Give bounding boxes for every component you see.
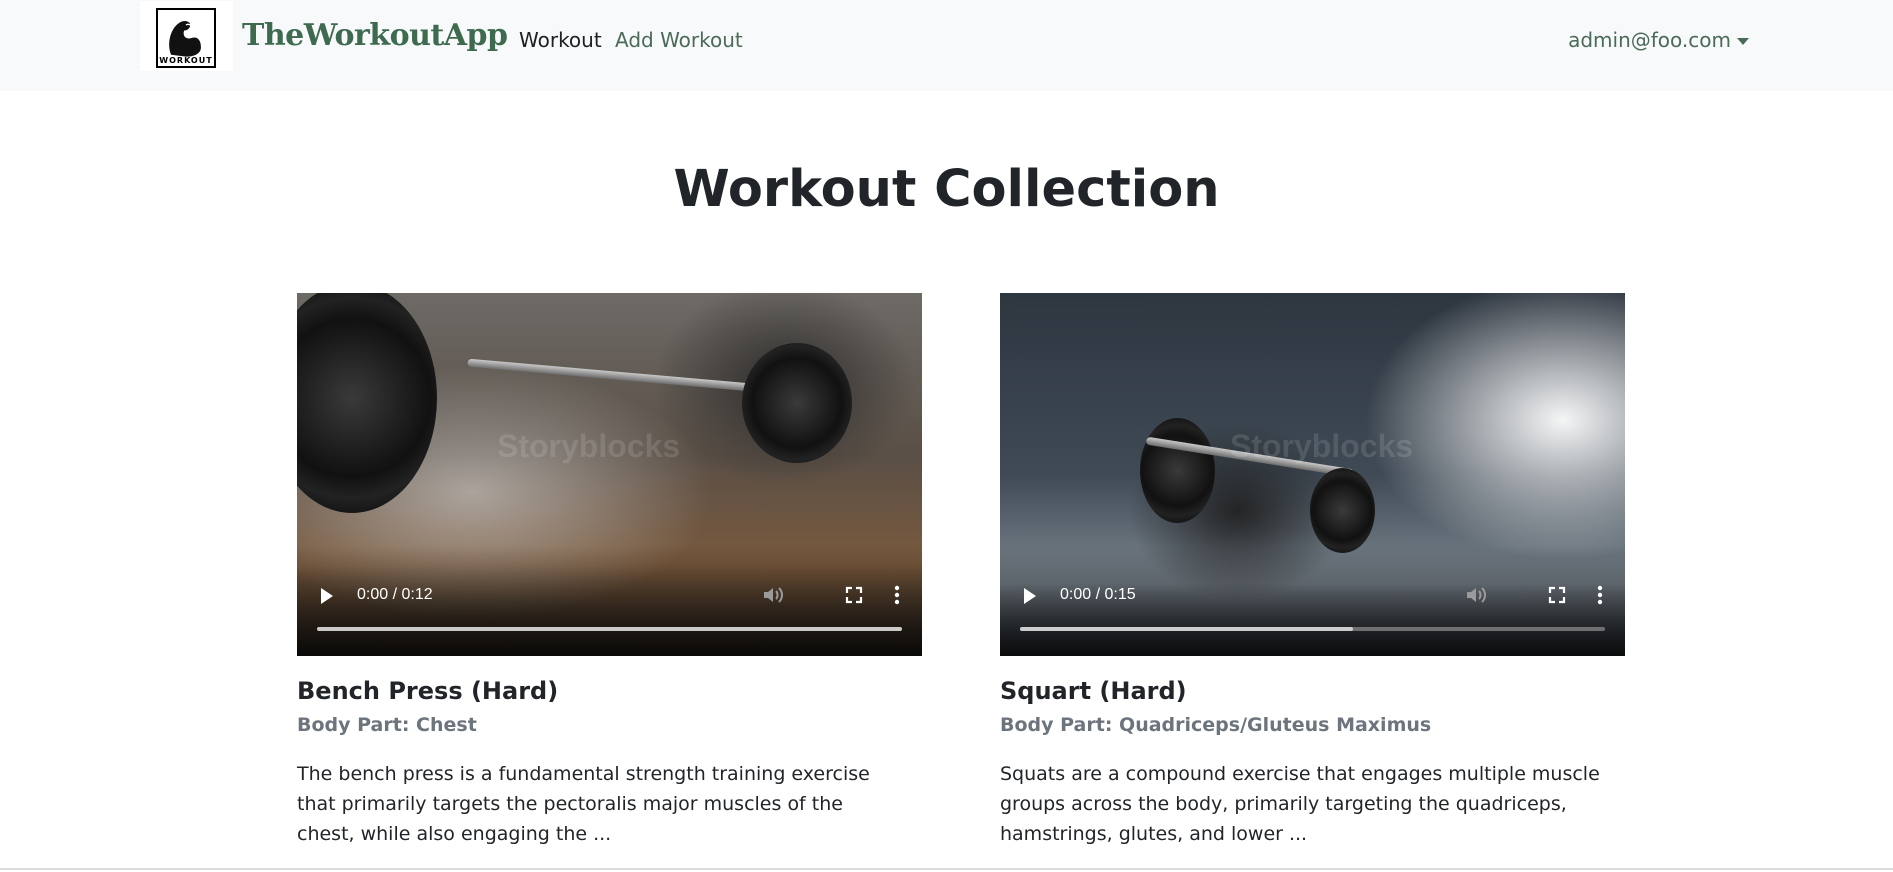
weight-plate-image bbox=[297, 293, 437, 513]
workout-title: Bench Press (Hard) bbox=[297, 677, 559, 705]
video-watermark: Storyblocks bbox=[497, 428, 681, 464]
workout-description: The bench press is a fundamental strengt… bbox=[297, 763, 870, 845]
user-menu-dropdown[interactable]: admin@foo.com bbox=[1568, 28, 1749, 52]
caret-down-icon bbox=[1737, 37, 1749, 45]
flexed-arm-logo-icon: WORKOUT bbox=[156, 8, 216, 68]
volume-icon[interactable] bbox=[1465, 585, 1489, 605]
weight-plate-image bbox=[742, 343, 852, 463]
weight-plate-image bbox=[1140, 418, 1215, 523]
navbar: WORKOUT TheWorkoutApp Workout Add Workou… bbox=[0, 0, 1893, 91]
more-options-icon[interactable] bbox=[1595, 584, 1605, 606]
video-time: 0:00 / 0:15 bbox=[1060, 586, 1136, 603]
nav-link-workout[interactable]: Workout bbox=[519, 28, 602, 52]
workout-card: Storyblocks 0:00 / 0:15 Squart (Hard) Bo… bbox=[1000, 293, 1625, 849]
workout-description: Squats are a compound exercise that enga… bbox=[1000, 763, 1600, 845]
play-icon[interactable] bbox=[321, 588, 333, 604]
video-progress-fill bbox=[317, 627, 902, 631]
volume-icon[interactable] bbox=[762, 585, 786, 605]
fullscreen-icon[interactable] bbox=[1547, 585, 1567, 605]
workout-body-part: Body Part: Quadriceps/Gluteus Maximus bbox=[1000, 714, 1432, 736]
page-divider bbox=[0, 868, 1893, 870]
video-progress-bar[interactable] bbox=[1020, 627, 1605, 631]
brand-name[interactable]: TheWorkoutApp bbox=[242, 18, 508, 53]
workout-title: Squart (Hard) bbox=[1000, 677, 1187, 705]
user-email: admin@foo.com bbox=[1568, 28, 1731, 52]
video-progress-bar[interactable] bbox=[317, 627, 902, 631]
workout-video-player[interactable]: Storyblocks 0:00 / 0:12 bbox=[297, 293, 922, 656]
workout-video-player[interactable]: Storyblocks 0:00 / 0:15 bbox=[1000, 293, 1625, 656]
brand-logo[interactable]: WORKOUT bbox=[140, 1, 233, 71]
video-progress-fill bbox=[1020, 627, 1354, 631]
more-options-icon[interactable] bbox=[892, 584, 902, 606]
nav-link-add-workout[interactable]: Add Workout bbox=[615, 28, 743, 52]
workout-body-part: Body Part: Chest bbox=[297, 714, 477, 736]
weight-plate-image bbox=[1310, 468, 1375, 553]
workout-card: Storyblocks 0:00 / 0:12 Bench Press (Har… bbox=[297, 293, 922, 849]
video-time: 0:00 / 0:12 bbox=[357, 586, 433, 603]
play-icon[interactable] bbox=[1024, 588, 1036, 604]
fullscreen-icon[interactable] bbox=[844, 585, 864, 605]
page-title: Workout Collection bbox=[673, 160, 1220, 219]
video-watermark: Storyblocks bbox=[1230, 428, 1414, 464]
logo-text: WORKOUT bbox=[159, 56, 213, 65]
